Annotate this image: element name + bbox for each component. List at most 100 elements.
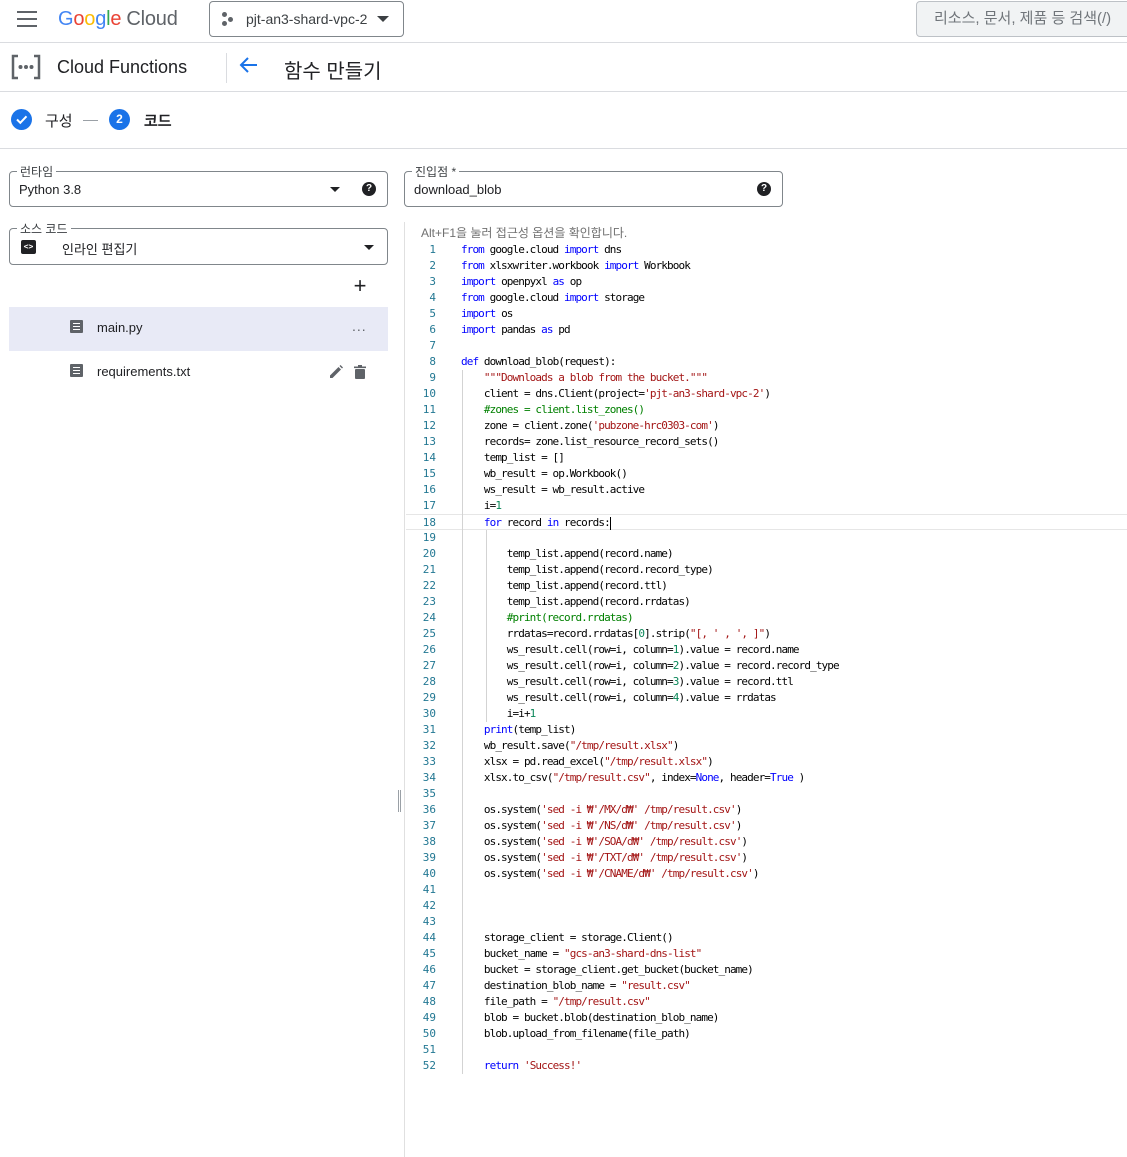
code-line[interactable]: 40 os.system('sed -i ₩'/CNAME/d₩' /tmp/r… [406, 866, 1127, 882]
more-horiz-icon[interactable]: ... [352, 318, 367, 334]
code-line[interactable]: 25 rrdatas=record.rrdatas[0].strip("[, '… [406, 626, 1127, 642]
code-line[interactable]: 39 os.system('sed -i ₩'/TXT/d₩' /tmp/res… [406, 850, 1127, 866]
check-icon[interactable] [11, 109, 32, 130]
file-item-requirements-txt[interactable]: requirements.txt [9, 351, 388, 395]
line-number: 31 [422, 723, 436, 736]
code-line[interactable]: 27 ws_result.cell(row=i, column=2).value… [406, 658, 1127, 674]
code-line[interactable]: 2 from xlsxwriter.workbook import Workboo… [406, 258, 1127, 274]
code-line[interactable]: 30 i=i+1 [406, 706, 1127, 722]
code-line[interactable]: 11 #zones = client.list_zones() [406, 402, 1127, 418]
file-item-main-py[interactable]: main.py ... [9, 307, 388, 351]
line-number: 23 [422, 595, 436, 608]
code-line[interactable]: 19 [406, 530, 1127, 546]
code-line[interactable]: 10 client = dns.Client(project='pjt-an3-… [406, 386, 1127, 402]
code-line[interactable]: 37 os.system('sed -i ₩'/NS/d₩' /tmp/resu… [406, 818, 1127, 834]
delete-icon[interactable] [351, 363, 369, 381]
line-number: 20 [422, 547, 436, 560]
code-line[interactable]: 5 import os [406, 306, 1127, 322]
code-line[interactable]: 26 ws_result.cell(row=i, column=1).value… [406, 642, 1127, 658]
code-text: xlsx = pd.read_excel("/tmp/result.xlsx") [461, 755, 714, 768]
code-line[interactable]: 7 [406, 338, 1127, 354]
code-line[interactable]: 51 [406, 1042, 1127, 1058]
code-line[interactable]: 28 ws_result.cell(row=i, column=3).value… [406, 674, 1127, 690]
code-line[interactable]: 18 for record in records: [406, 514, 1127, 530]
code-line[interactable]: 8 def download_blob(request): [406, 354, 1127, 370]
add-file-button[interactable]: + [350, 275, 370, 297]
top-bar: Google Cloud pjt-an3-shard-vpc-2 리소스, 문서,… [0, 0, 1127, 43]
help-icon[interactable]: ? [757, 182, 771, 196]
code-line[interactable]: 49 blob = bucket.blob(destination_blob_n… [406, 1010, 1127, 1026]
code-line[interactable]: 34 xlsx.to_csv("/tmp/result.csv", index=… [406, 770, 1127, 786]
product-title[interactable]: Cloud Functions [57, 57, 187, 78]
page-header: Cloud Functions 함수 만들기 [0, 43, 1127, 92]
code-line[interactable]: 21 temp_list.append(record.record_type) [406, 562, 1127, 578]
code-line[interactable]: 9 """Downloads a blob from the bucket.""… [406, 370, 1127, 386]
code-line[interactable]: 12 zone = client.zone('pubzone-hrc0303-c… [406, 418, 1127, 434]
code-line[interactable]: 3 import openpyxl as op [406, 274, 1127, 290]
line-number: 24 [422, 611, 436, 624]
line-number: 3 [429, 275, 436, 288]
google-cloud-logo[interactable]: Google Cloud [58, 8, 178, 31]
code-line[interactable]: 46 bucket = storage_client.get_bucket(bu… [406, 962, 1127, 978]
code-line[interactable]: 6 import pandas as pd [406, 322, 1127, 338]
code-line[interactable]: 41 [406, 882, 1127, 898]
code-editor[interactable]: 1 from google.cloud import dns 2 from xlsxw… [406, 242, 1127, 1082]
code-line[interactable]: 15 wb_result = op.Workbook() [406, 466, 1127, 482]
code-line[interactable]: 17 i=1 [406, 498, 1127, 514]
code-line[interactable]: 4 from google.cloud import storage [406, 290, 1127, 306]
code-text: i=1 [461, 499, 502, 512]
edit-icon[interactable] [327, 363, 345, 381]
code-line[interactable]: 47 destination_blob_name = "result.csv" [406, 978, 1127, 994]
line-number: 47 [422, 979, 436, 992]
source-code-select[interactable]: 소스 코드 <> 인라인 편집기 [9, 220, 388, 265]
code-text: ws_result.cell(row=i, column=2).value = … [461, 659, 840, 672]
code-line[interactable]: 14 temp_list = [] [406, 450, 1127, 466]
code-text: for record in records: [483, 516, 611, 530]
code-text: wb_result = op.Workbook() [461, 467, 628, 480]
stepper: 구성 2 코드 [0, 92, 1127, 149]
code-line[interactable]: 16 ws_result = wb_result.active [406, 482, 1127, 498]
code-line[interactable]: 20 temp_list.append(record.name) [406, 546, 1127, 562]
code-line[interactable]: 36 os.system('sed -i ₩'/MX/d₩' /tmp/resu… [406, 802, 1127, 818]
line-number: 22 [422, 579, 436, 592]
line-number: 46 [422, 963, 436, 976]
code-line[interactable]: 23 temp_list.append(record.rrdatas) [406, 594, 1127, 610]
entry-point-field[interactable]: 진입점 * download_blob ? [404, 163, 783, 207]
code-line[interactable]: 24 #print(record.rrdatas) [406, 610, 1127, 626]
back-arrow-icon[interactable] [238, 54, 260, 76]
code-line[interactable]: 52 return 'Success!' [406, 1058, 1127, 1074]
code-line[interactable]: 32 wb_result.save("/tmp/result.xlsx") [406, 738, 1127, 754]
project-picker-button[interactable]: pjt-an3-shard-vpc-2 [209, 1, 404, 37]
code-text: blob.upload_from_filename(file_path) [461, 1027, 691, 1040]
code-line[interactable]: 22 temp_list.append(record.ttl) [406, 578, 1127, 594]
resize-handle[interactable] [398, 790, 401, 812]
line-number: 5 [429, 307, 436, 320]
code-line[interactable]: 43 [406, 914, 1127, 930]
code-line[interactable]: 31 print(temp_list) [406, 722, 1127, 738]
code-line[interactable]: 48 file_path = "/tmp/result.csv" [406, 994, 1127, 1010]
code-text: from google.cloud import storage [461, 291, 645, 304]
code-line[interactable]: 38 os.system('sed -i ₩'/SOA/d₩' /tmp/res… [406, 834, 1127, 850]
runtime-select[interactable]: 런타임 Python 3.8 ? [9, 163, 388, 207]
line-number: 11 [422, 403, 436, 416]
code-line[interactable]: 29 ws_result.cell(row=i, column=4).value… [406, 690, 1127, 706]
code-line[interactable]: 35 [406, 786, 1127, 802]
code-line[interactable]: 1 from google.cloud import dns [406, 242, 1127, 258]
step-config-label[interactable]: 구성 [45, 110, 73, 131]
help-icon[interactable]: ? [362, 182, 376, 196]
code-line[interactable]: 50 blob.upload_from_filename(file_path) [406, 1026, 1127, 1042]
logo-letter: e [110, 8, 122, 30]
code-line[interactable]: 33 xlsx = pd.read_excel("/tmp/result.xls… [406, 754, 1127, 770]
code-text: os.system('sed -i ₩'/NS/d₩' /tmp/result.… [461, 819, 742, 832]
code-text: os.system('sed -i ₩'/SOA/d₩' /tmp/result… [461, 835, 748, 848]
line-number: 2 [429, 259, 436, 272]
code-line[interactable]: 42 [406, 898, 1127, 914]
page-title: 함수 만들기 [284, 61, 382, 83]
logo-letter: o [73, 8, 85, 30]
code-line[interactable]: 13 records= zone.list_resource_record_se… [406, 434, 1127, 450]
search-input[interactable]: 리소스, 문서, 제품 등 검색(/) [916, 1, 1127, 37]
code-line[interactable]: 44 storage_client = storage.Client() [406, 930, 1127, 946]
hamburger-menu-icon[interactable] [17, 11, 37, 27]
code-line[interactable]: 45 bucket_name = "gcs-an3-shard-dns-list… [406, 946, 1127, 962]
code-text: os.system('sed -i ₩'/TXT/d₩' /tmp/result… [461, 851, 748, 864]
